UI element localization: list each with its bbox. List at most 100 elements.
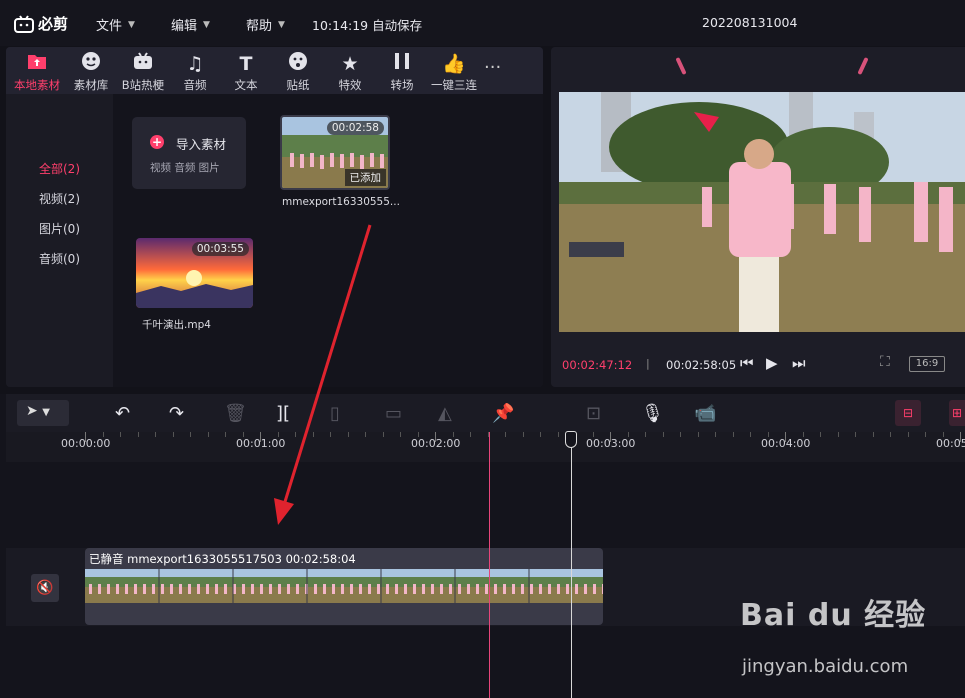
ruler-tick [820, 432, 821, 437]
tab-local-media[interactable]: 本地素材 [11, 51, 63, 93]
menu-edit[interactable]: 编辑 ▼ [171, 15, 210, 34]
ruler-tick [733, 432, 734, 437]
pin-icon: 📌 [492, 403, 515, 424]
tv-icon [117, 51, 169, 77]
time-separator: | [646, 357, 650, 370]
cursor-arrow-icon: ➤ [26, 403, 38, 419]
ruler-tick [855, 432, 856, 437]
ruler-tick [540, 432, 541, 437]
speaker-muted-icon: 🔇 [36, 580, 54, 596]
aspect-ratio-button[interactable]: 16:9 [909, 356, 945, 372]
tab-stickers[interactable]: 贴纸 [272, 51, 324, 93]
crop-icon: ⛶ [880, 354, 890, 370]
redo-icon: ↷ [169, 403, 185, 424]
import-types: 视频 音频 图片 [150, 162, 220, 174]
ruler-tick [523, 432, 524, 437]
ruler-tick [908, 432, 909, 437]
redo-button[interactable]: ↷ [169, 403, 184, 424]
timeline-toolbar [6, 394, 965, 432]
rotate-handle-right[interactable] [857, 56, 869, 76]
import-media-button[interactable]: + 导入素材 视频 音频 图片 [132, 117, 246, 189]
annotation-arrow [274, 224, 372, 525]
microphone-icon: 🎙 [641, 403, 664, 424]
rotate-handle-left[interactable] [675, 56, 687, 76]
ruler-label: 00:04:00 [761, 437, 811, 450]
next-frame-button[interactable]: ⏭ [792, 354, 806, 372]
select-tool-dropdown[interactable]: ➤ ▼ [17, 400, 69, 426]
record-video-button[interactable]: 📹 [694, 403, 716, 424]
menu-help[interactable]: 帮助 ▼ [246, 15, 285, 34]
text-frame-icon: ⊡ [586, 403, 602, 424]
mirror-icon: ◭ [438, 403, 452, 424]
import-label: 导入素材 [176, 137, 227, 152]
top-bar [0, 0, 965, 46]
tab-bilibili-memes[interactable]: B站热梗 [117, 51, 169, 93]
chevron-down-icon: ▼ [203, 19, 210, 30]
previous-frame-button[interactable]: ⏮ [740, 354, 754, 372]
snap-toggle[interactable]: ⊟ [895, 400, 921, 426]
reverse-button[interactable]: ▭ [385, 403, 402, 424]
ruler-tick [383, 432, 384, 437]
playhead-handle[interactable] [565, 431, 577, 448]
ruler-tick [400, 432, 401, 437]
tab-material-library[interactable]: 素材库 [65, 51, 117, 93]
tab-effects[interactable]: ★ 特效 [324, 51, 376, 93]
camera-icon: 📹 [694, 403, 717, 424]
mirror-button[interactable]: ◭ [438, 403, 452, 424]
category-image[interactable]: 图片(0) [6, 220, 113, 237]
record-audio-button[interactable]: 🎙 [641, 403, 664, 424]
category-audio[interactable]: 音频(0) [6, 250, 113, 267]
trash-icon: 🗑 [224, 403, 247, 424]
tab-transitions[interactable]: 转场 [376, 51, 428, 93]
skip-forward-icon: ⏭ [792, 354, 806, 372]
category-video[interactable]: 视频(2) [6, 190, 113, 207]
playhead-line[interactable] [571, 446, 572, 698]
text-T-icon: T [239, 53, 253, 75]
ruler-tick [208, 432, 209, 437]
reverse-icon: ▭ [385, 403, 403, 424]
link-toggle[interactable]: ⊞ [949, 400, 965, 426]
media-clip-card[interactable]: 00:02:58 已添加 [280, 115, 390, 190]
ruler-tick [698, 432, 699, 437]
ruler-tick [838, 432, 839, 437]
clip-filmstrip [85, 569, 603, 603]
sticker-icon [272, 51, 324, 77]
ruler-tick [173, 432, 174, 437]
ruler-tick [663, 432, 664, 437]
ruler-label: 00:00:00 [61, 437, 111, 450]
track-mute-button[interactable]: 🔇 [31, 574, 59, 602]
chevron-down-icon: ▼ [128, 19, 135, 30]
duration-badge: 00:02:58 [326, 121, 384, 135]
ruler-tick [680, 432, 681, 437]
ruler-tick [873, 432, 874, 437]
crop-button[interactable]: ⛶ [880, 354, 890, 370]
tab-one-click-triple[interactable]: 👍 一键三连 [428, 51, 480, 93]
duration-badge: 00:03:55 [191, 242, 249, 256]
app-logo: 必剪 [14, 13, 68, 34]
preview-video[interactable] [559, 92, 965, 332]
play-button[interactable]: ▶ [766, 354, 778, 372]
tab-audio[interactable]: ♫ 音频 [169, 51, 221, 93]
autosave-status: 10:14:19 自动保存 [312, 18, 423, 33]
timeline-clip[interactable]: 已静音 mmexport1633055517503 00:02:58:04 [85, 548, 603, 625]
media-clip-card[interactable]: 00:03:55 [136, 238, 253, 308]
ruler-tick [190, 432, 191, 437]
delete-button[interactable]: 🗑 [224, 403, 247, 424]
thumbs-up-icon: 👍 [442, 53, 466, 75]
preview-total-time: 00:02:58:05 [666, 358, 737, 372]
pin-button[interactable]: 📌 [492, 403, 514, 424]
star-effect-icon: ★ [341, 53, 359, 75]
more-icon[interactable]: ··· [484, 57, 501, 78]
auto-caption-button[interactable]: ⊡ [586, 403, 601, 424]
ruler-tick [120, 432, 121, 437]
category-all[interactable]: 全部(2) [6, 160, 113, 177]
ruler-tick [138, 432, 139, 437]
preview-current-time: 00:02:47:12 [562, 358, 633, 372]
menu-file[interactable]: 文件 ▼ [96, 15, 135, 34]
ruler-tick [470, 432, 471, 437]
app-name: 必剪 [38, 15, 69, 33]
ruler-tick [890, 432, 891, 437]
tab-text[interactable]: T 文本 [220, 51, 272, 93]
undo-button[interactable]: ↶ [115, 403, 130, 424]
bilibili-tv-icon [14, 14, 34, 33]
